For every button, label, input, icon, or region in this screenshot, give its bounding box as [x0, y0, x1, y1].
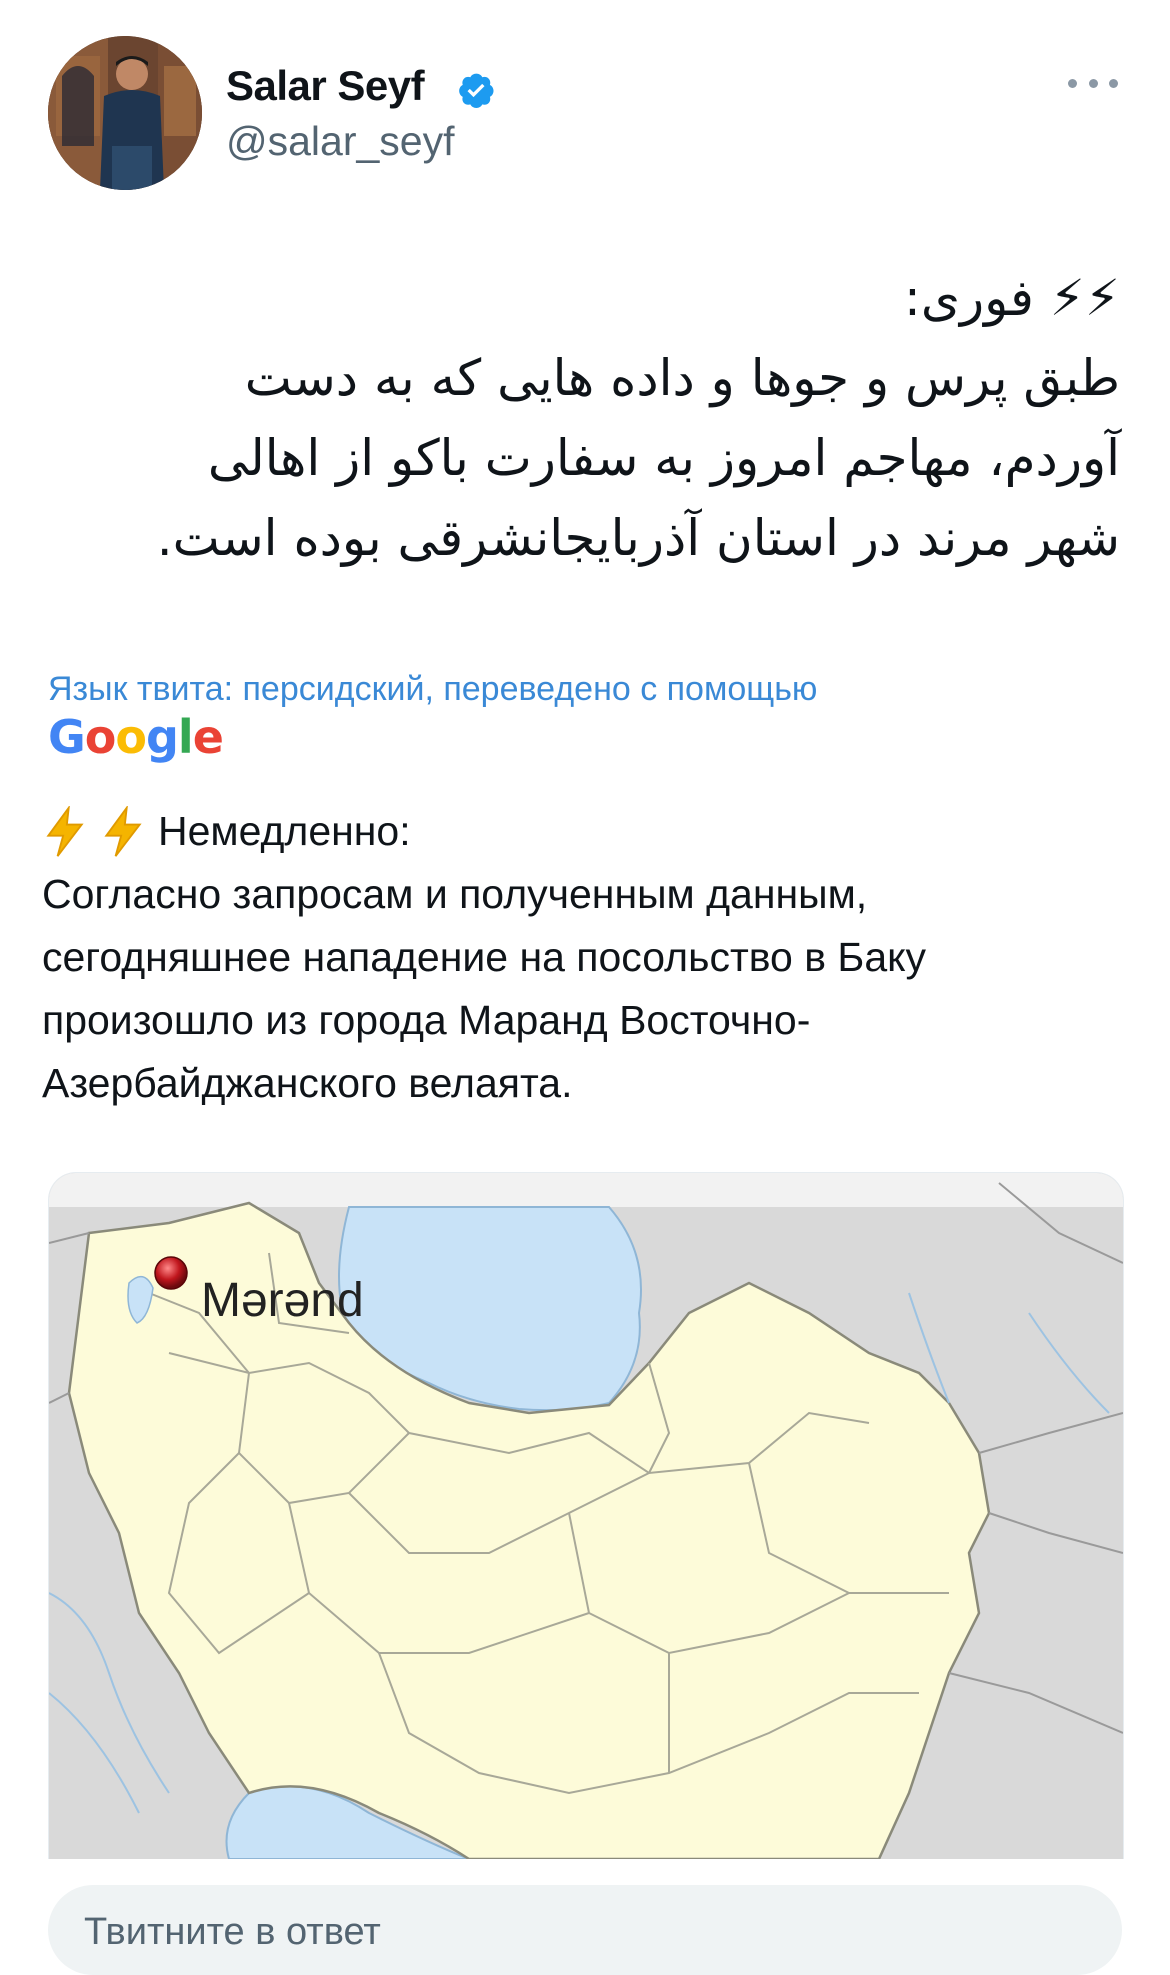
translated-line: произошло из города Маранд Восточно-: [42, 997, 811, 1043]
tweet-text-line: شهر مرند در استان آذربایجانشرقی بوده است…: [156, 509, 1120, 567]
google-letter: g: [145, 710, 179, 764]
google-letter: l: [177, 710, 194, 764]
verified-badge-icon: [459, 73, 494, 108]
translated-line: Азербайджанского велаята.: [42, 1060, 573, 1106]
map-image[interactable]: Mərənd: [48, 1172, 1124, 1859]
tweet-text-line: ⚡⚡ فوری:: [904, 269, 1120, 327]
google-letter: G: [48, 710, 86, 764]
map-marker-icon: [154, 1256, 188, 1290]
reply-input[interactable]: Твитните в ответ: [48, 1885, 1122, 1975]
map-marker-label: Mərənd: [201, 1274, 364, 1327]
translated-heading-line: Немедленно:: [42, 800, 1132, 863]
translated-line: Согласно запросам и полученным данным,: [42, 871, 868, 917]
handle[interactable]: @salar_seyf: [226, 118, 454, 165]
translation-note[interactable]: Язык твита: персидский, переведено с пом…: [48, 670, 817, 709]
avatar[interactable]: [48, 36, 202, 190]
google-logo: Google: [48, 710, 224, 764]
google-letter: e: [192, 710, 224, 764]
translated-text: Немедленно: Согласно запросам и полученн…: [42, 800, 1132, 1115]
lightning-icon: [46, 805, 84, 857]
translated-heading: Немедленно:: [158, 808, 411, 854]
more-icon[interactable]: [1068, 68, 1118, 98]
tweet-text: ⚡⚡ فوری: طبق پرس و جوها و داده هایی که ب…: [60, 258, 1120, 578]
tweet-text-line: آوردم، مهاجم امروز به سفارت باکو از اهال…: [207, 429, 1120, 487]
google-letter: o: [115, 710, 147, 764]
lightning-icon: [104, 805, 142, 857]
tweet-text-line: طبق پرس و جوها و داده هایی که به دست: [244, 349, 1120, 407]
google-letter: o: [84, 710, 117, 764]
display-name[interactable]: Salar Seyf: [226, 62, 425, 110]
translated-line: сегодняшнее нападение на посольство в Ба…: [42, 934, 927, 980]
reply-placeholder: Твитните в ответ: [84, 1911, 381, 1953]
tweet-header: Salar Seyf @salar_seyf: [0, 0, 1170, 200]
